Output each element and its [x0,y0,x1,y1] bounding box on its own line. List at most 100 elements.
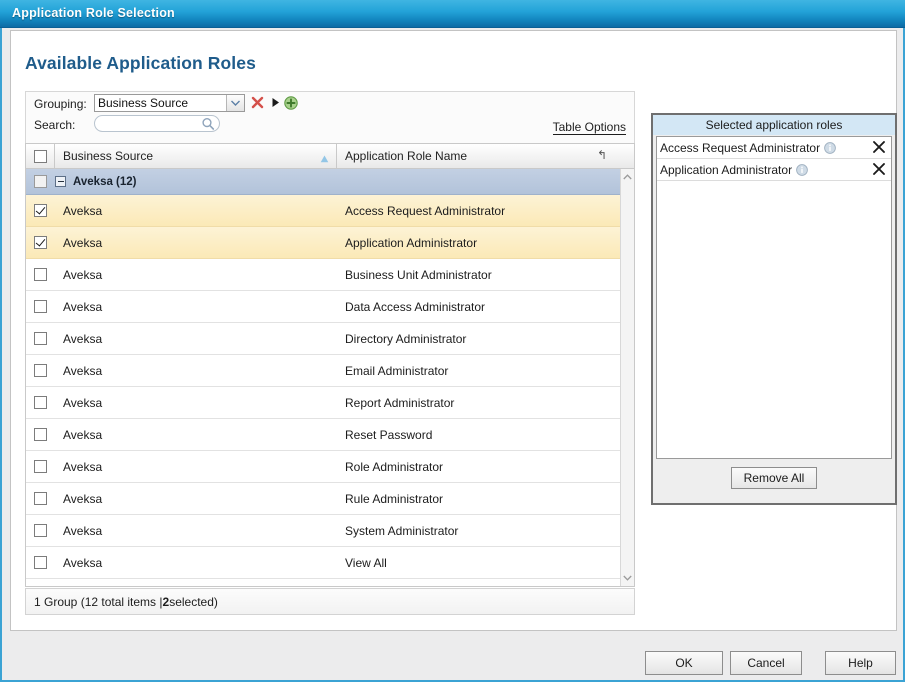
group-select-checkbox[interactable] [34,175,47,188]
search-input[interactable] [101,116,209,133]
row-select-checkbox[interactable] [34,428,47,441]
table-row[interactable]: AveksaView All [26,547,621,579]
play-triangle-icon [271,97,281,108]
cell-business-source: Aveksa [55,524,337,538]
select-all-checkbox[interactable] [34,150,47,163]
grouping-label: Grouping: [34,97,87,111]
table-row[interactable]: AveksaRole Administrator [26,451,621,483]
row-checkbox-cell [26,524,55,537]
info-icon[interactable] [796,164,808,176]
row-checkbox-cell [26,428,55,441]
scroll-up-icon[interactable] [621,170,634,184]
selected-role-label: Access Request Administrator [660,141,820,155]
row-select-checkbox[interactable] [34,268,47,281]
table-row[interactable]: AveksaEmail Administrator [26,355,621,387]
row-checkbox-cell [26,556,55,569]
table-row[interactable]: AveksaReset Password [26,419,621,451]
row-checkbox-cell [26,492,55,505]
row-checkbox-cell [26,268,55,281]
cell-application-role-name: Directory Administrator [337,332,615,346]
collapse-group-icon[interactable] [55,176,66,187]
available-roles-grid: Grouping: Business Source [25,91,635,615]
row-checkbox-cell [26,332,55,345]
scroll-down-icon[interactable] [621,571,634,585]
column-header-application-role-name[interactable]: Application Role Name ↰ [337,144,615,168]
cell-business-source: Aveksa [55,332,337,346]
cell-application-role-name: System Administrator [337,524,615,538]
table-row[interactable]: AveksaDirectory Administrator [26,323,621,355]
remove-selected-role-icon[interactable] [871,139,887,155]
filter-icon[interactable]: ↰ [597,148,607,163]
grouping-select-value: Business Source [98,96,188,110]
status-prefix: 1 Group (12 total items | [34,595,163,609]
cell-application-role-name: Application Administrator [337,236,615,250]
table-row[interactable]: AveksaAccess Request Administrator [26,195,621,227]
cell-application-role-name: Email Administrator [337,364,615,378]
group-checkbox-cell [26,175,55,188]
cell-application-role-name: Rule Administrator [337,492,615,506]
dialog-footer: OK Cancel Help [2,631,903,680]
row-select-checkbox[interactable] [34,364,47,377]
row-select-checkbox[interactable] [34,300,47,313]
window-title: Application Role Selection [12,6,175,20]
status-suffix: selected) [169,595,218,609]
table-row[interactable]: AveksaApplication Administrator [26,227,621,259]
row-select-checkbox[interactable] [34,524,47,537]
cell-business-source: Aveksa [55,428,337,442]
selected-roles-list: Access Request Administrator Application … [656,136,892,459]
selected-roles-header: Selected application roles [653,115,895,135]
status-selected-count: 2 [163,595,170,609]
search-box[interactable] [94,115,220,132]
chevron-down-icon [226,95,244,111]
application-role-selection-dialog: Application Role Selection Available App… [0,0,905,682]
content-panel: Available Application Roles Grouping: Bu… [10,30,897,631]
row-select-checkbox[interactable] [34,556,47,569]
remove-selected-role-icon[interactable] [871,161,887,177]
cell-application-role-name: Access Request Administrator [337,204,615,218]
info-icon[interactable] [824,142,836,154]
table-row[interactable]: AveksaRule Administrator [26,483,621,515]
group-label: Aveksa (12) [73,176,137,188]
table-row[interactable]: AveksaSystem Administrator [26,515,621,547]
page-title: Available Application Roles [25,53,256,74]
grid-vertical-scrollbar[interactable] [620,169,634,586]
row-select-checkbox[interactable] [34,460,47,473]
cell-business-source: Aveksa [55,364,337,378]
group-header-row[interactable]: Aveksa (12) [26,169,621,195]
selected-role-item: Application Administrator [657,159,891,181]
row-select-checkbox[interactable] [34,492,47,505]
cell-business-source: Aveksa [55,300,337,314]
column-header-business-source[interactable]: Business Source [55,144,337,168]
row-select-checkbox[interactable] [34,332,47,345]
grouping-select[interactable]: Business Source [94,94,245,112]
remove-all-button[interactable]: Remove All [731,467,817,489]
apply-grouping-button[interactable] [268,95,283,110]
column-header-business-source-label: Business Source [63,149,153,163]
table-options-link[interactable]: Table Options [553,121,626,135]
selected-role-label: Application Administrator [660,163,792,177]
grid-status-bar: 1 Group (12 total items | 2 selected) [25,588,635,615]
add-grouping-button[interactable] [283,95,298,110]
grid-rows: Aveksa (12) AveksaAccess Request Adminis… [26,169,621,579]
sort-ascending-icon [320,152,329,166]
row-checkbox-cell [26,460,55,473]
cancel-button[interactable]: Cancel [730,651,802,675]
row-select-checkbox[interactable] [34,236,47,249]
table-row[interactable]: AveksaBusiness Unit Administrator [26,259,621,291]
table-row[interactable]: AveksaData Access Administrator [26,291,621,323]
cell-business-source: Aveksa [55,396,337,410]
magnifier-icon [201,117,215,131]
row-select-checkbox[interactable] [34,396,47,409]
table-row[interactable]: AveksaReport Administrator [26,387,621,419]
grid-header-select-all-cell [26,144,55,168]
ok-button[interactable]: OK [645,651,723,675]
cell-application-role-name: View All [337,556,615,570]
help-button[interactable]: Help [825,651,896,675]
cell-business-source: Aveksa [55,236,337,250]
delete-grouping-button[interactable] [250,95,265,110]
row-checkbox-cell [26,364,55,377]
cell-application-role-name: Data Access Administrator [337,300,615,314]
row-checkbox-cell [26,300,55,313]
row-select-checkbox[interactable] [34,204,47,217]
window-title-bar: Application Role Selection [0,0,905,28]
